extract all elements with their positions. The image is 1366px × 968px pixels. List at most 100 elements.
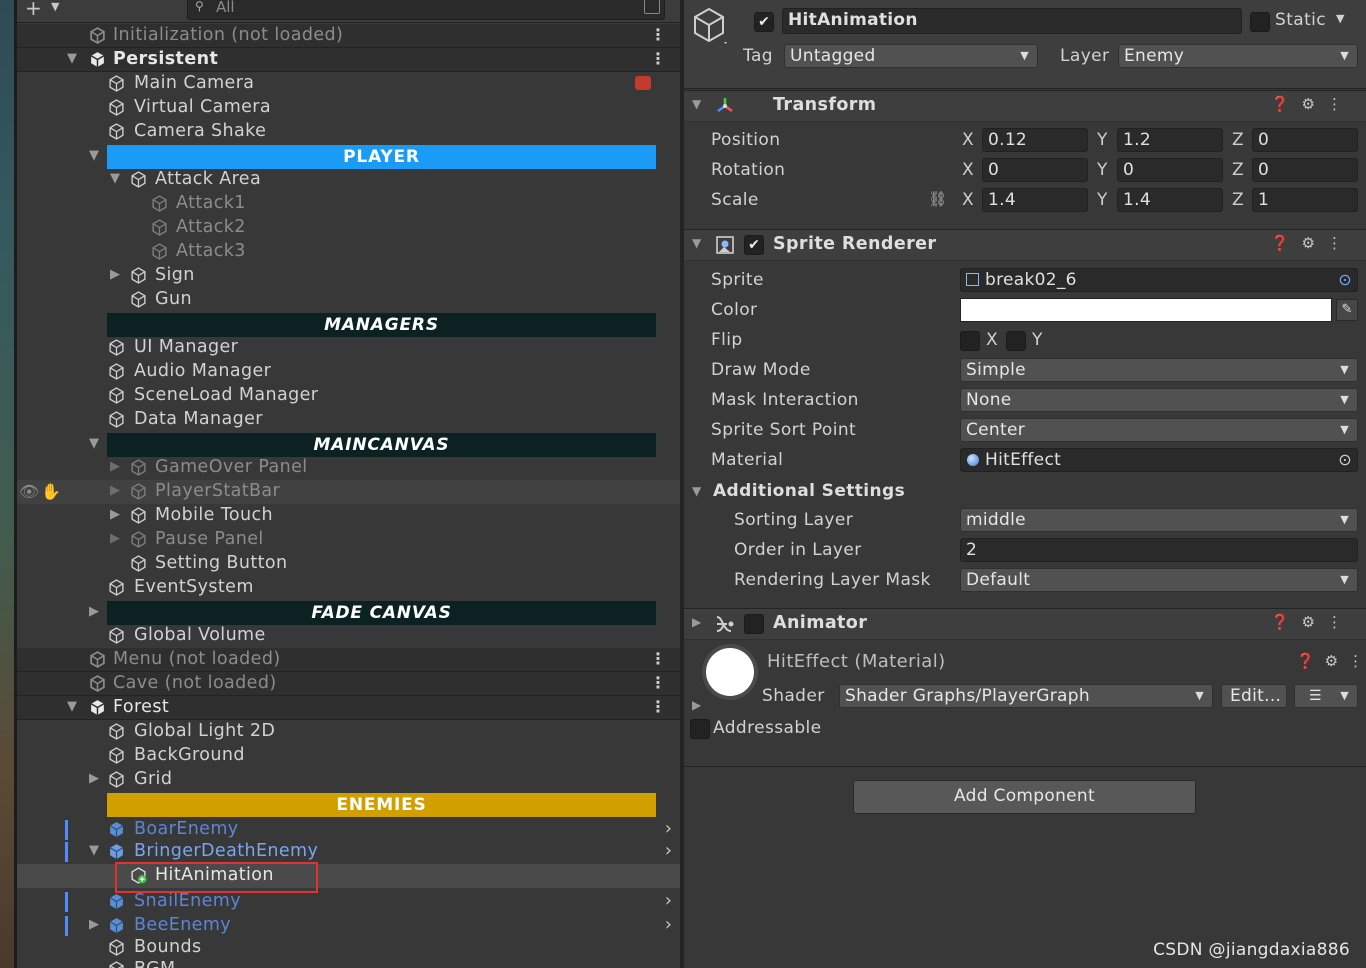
chevron-down-icon[interactable]: ▼ — [51, 0, 59, 13]
sprite-renderer-enabled-checkbox[interactable]: ✔ — [744, 235, 764, 255]
collapse-arrow-icon[interactable]: ▶ — [110, 483, 120, 498]
collapse-arrow-icon[interactable]: ▶ — [110, 267, 120, 282]
position-y-field[interactable]: 1.2 — [1117, 128, 1223, 152]
hierarchy-item-bounds[interactable]: Bounds — [17, 936, 680, 960]
expand-arrow-icon[interactable]: ▼ — [67, 51, 77, 66]
hierarchy-item-gun[interactable]: Gun — [17, 288, 680, 312]
hierarchy-item-sceneload-manager[interactable]: SceneLoad Manager — [17, 384, 680, 408]
rendering-layer-mask-dropdown[interactable]: Default ▼ — [960, 568, 1358, 592]
hierarchy-item-beeenemy[interactable]: ▶ BeeEnemy › — [17, 914, 680, 938]
collapse-arrow-icon[interactable]: ▶ — [110, 531, 120, 546]
add-component-button[interactable]: Add Component — [853, 780, 1196, 814]
transform-header[interactable]: ▼ Transform ❓⚙⋮ — [684, 90, 1366, 122]
sorting-layer-dropdown[interactable]: middle ▼ — [960, 508, 1358, 532]
position-x-field[interactable]: 0.12 — [982, 128, 1088, 152]
hierarchy-item-pause-panel[interactable]: ▶ Pause Panel — [17, 528, 680, 552]
hierarchy-item-maincanvas[interactable]: ▼ MAINCANVAS — [17, 433, 680, 457]
chevron-down-icon[interactable]: ▼ — [1336, 12, 1345, 25]
shader-dropdown[interactable]: Shader Graphs/PlayerGraph ▼ — [839, 684, 1213, 708]
hierarchy-item-mobile-touch[interactable]: ▶ Mobile Touch — [17, 504, 680, 528]
more-icon[interactable]: ⋮ — [650, 649, 666, 668]
component-header-icons[interactable]: ❓⚙⋮ — [1271, 613, 1354, 631]
hierarchy-item-bringerdeathenemy[interactable]: ▼ BringerDeathEnemy › — [17, 840, 680, 864]
sprite-sort-point-dropdown[interactable]: Center ▼ — [960, 418, 1358, 442]
hierarchy-item-ui-manager[interactable]: UI Manager — [17, 336, 680, 360]
sprite-renderer-header[interactable]: ▼ ✔ Sprite Renderer ❓⚙⋮ — [684, 229, 1366, 261]
expand-arrow-icon[interactable]: ▼ — [89, 843, 99, 858]
scale-x-field[interactable]: 1.4 — [982, 188, 1088, 212]
search-input[interactable]: ⚲ All — [187, 0, 665, 20]
pickable-hand-icon[interactable]: ✋ — [41, 482, 61, 501]
component-header-icons[interactable]: ❓⚙⋮ — [1271, 95, 1354, 113]
hierarchy-item-attack-area[interactable]: ▼ Attack Area — [17, 168, 680, 192]
hierarchy-item-virtual-camera[interactable]: Virtual Camera — [17, 96, 680, 120]
mask-interaction-dropdown[interactable]: None ▼ — [960, 388, 1358, 412]
active-checkbox[interactable]: ✔ — [754, 12, 774, 32]
position-z-field[interactable]: 0 — [1252, 128, 1358, 152]
add-object-button[interactable]: + — [25, 0, 42, 20]
expand-arrow-icon[interactable]: ▼ — [692, 236, 701, 250]
chevron-right-icon[interactable]: › — [665, 818, 672, 839]
color-swatch[interactable] — [960, 298, 1332, 322]
hierarchy-item-background[interactable]: BackGround — [17, 744, 680, 768]
collapse-arrow-icon[interactable]: ▶ — [110, 507, 120, 522]
flip-y-checkbox[interactable] — [1006, 331, 1026, 351]
component-header-icons[interactable]: ❓⚙⋮ — [1271, 234, 1354, 252]
chevron-right-icon[interactable]: › — [665, 840, 672, 861]
expand-arrow-icon[interactable]: ▼ — [67, 699, 77, 714]
scene-row-cave[interactable]: Cave (not loaded) ⋮ — [17, 672, 680, 696]
hierarchy-item-player[interactable]: ▼ PLAYER — [17, 145, 680, 169]
animator-header[interactable]: ▶ Animator ❓⚙⋮ — [684, 608, 1366, 640]
hierarchy-item-camera-shake[interactable]: Camera Shake — [17, 120, 680, 144]
maximize-icon[interactable] — [644, 0, 660, 14]
expand-arrow-icon[interactable]: ▼ — [89, 148, 99, 163]
collapse-arrow-icon[interactable]: ▶ — [89, 917, 99, 932]
more-icon[interactable]: ⋮ — [650, 673, 666, 692]
hierarchy-item-main-camera[interactable]: Main Camera — [17, 72, 680, 96]
collapse-arrow-icon[interactable]: ▶ — [89, 771, 99, 786]
hierarchy-item-fade-canvas[interactable]: ▶ FADE CANVAS — [17, 601, 680, 625]
hierarchy-item-sign[interactable]: ▶ Sign — [17, 264, 680, 288]
shader-options-dropdown[interactable]: ☰ ▼ — [1294, 684, 1358, 708]
additional-settings-foldout[interactable]: Additional Settings — [713, 481, 905, 501]
animator-enabled-checkbox[interactable] — [744, 614, 764, 634]
more-icon[interactable]: ⋮ — [650, 697, 666, 716]
static-checkbox[interactable] — [1250, 12, 1270, 32]
collapse-arrow-icon[interactable]: ▶ — [692, 615, 701, 629]
addressable-checkbox[interactable] — [690, 719, 710, 739]
scale-z-field[interactable]: 1 — [1252, 188, 1358, 212]
more-icon[interactable]: ⋮ — [650, 49, 666, 68]
scene-row-persistent[interactable]: ▼ Persistent ⋮ — [17, 48, 680, 72]
hierarchy-item-attack2[interactable]: Attack2 — [17, 216, 680, 240]
hierarchy-item-setting-button[interactable]: Setting Button — [17, 552, 680, 576]
order-in-layer-field[interactable]: 2 — [960, 538, 1358, 562]
object-name-field[interactable]: HitAnimation — [782, 8, 1242, 34]
expand-arrow-icon[interactable]: ▼ — [692, 97, 701, 111]
visibility-eye-icon[interactable]: 👁 — [19, 482, 39, 501]
hierarchy-item-global-light-2d[interactable]: Global Light 2D — [17, 720, 680, 744]
rotation-y-field[interactable]: 0 — [1117, 158, 1223, 182]
hierarchy-item-grid[interactable]: ▶ Grid — [17, 768, 680, 792]
hierarchy-item-snailenemy[interactable]: SnailEnemy › — [17, 890, 680, 914]
draw-mode-dropdown[interactable]: Simple ▼ — [960, 358, 1358, 382]
layer-dropdown[interactable]: Enemy ▼ — [1118, 44, 1358, 68]
gameobject-icon[interactable] — [692, 6, 728, 46]
scene-row-initialization[interactable]: Initialization (not loaded) ⋮ — [17, 24, 680, 48]
hierarchy-item-attack3[interactable]: Attack3 — [17, 240, 680, 264]
component-header-icons[interactable]: ❓⚙⋮ — [1296, 652, 1366, 670]
material-object-field[interactable]: HitEffect ⊙ — [960, 448, 1358, 472]
tag-dropdown[interactable]: Untagged ▼ — [784, 44, 1038, 68]
chevron-right-icon[interactable]: › — [665, 914, 672, 935]
scale-y-field[interactable]: 1.4 — [1117, 188, 1223, 212]
hierarchy-item-data-manager[interactable]: Data Manager — [17, 408, 680, 432]
edit-shader-button[interactable]: Edit... — [1221, 684, 1287, 708]
scene-row-menu[interactable]: Menu (not loaded) ⋮ — [17, 648, 680, 672]
hierarchy-item-eventsystem[interactable]: EventSystem — [17, 576, 680, 600]
hierarchy-item-attack1[interactable]: Attack1 — [17, 192, 680, 216]
rotation-x-field[interactable]: 0 — [982, 158, 1088, 182]
rotation-z-field[interactable]: 0 — [1252, 158, 1358, 182]
collapse-arrow-icon[interactable]: ▶ — [692, 698, 702, 712]
expand-arrow-icon[interactable]: ▼ — [692, 484, 702, 498]
eyedropper-icon[interactable]: ✎ — [1336, 299, 1358, 321]
hierarchy-item-managers[interactable]: MANAGERS — [17, 313, 680, 337]
